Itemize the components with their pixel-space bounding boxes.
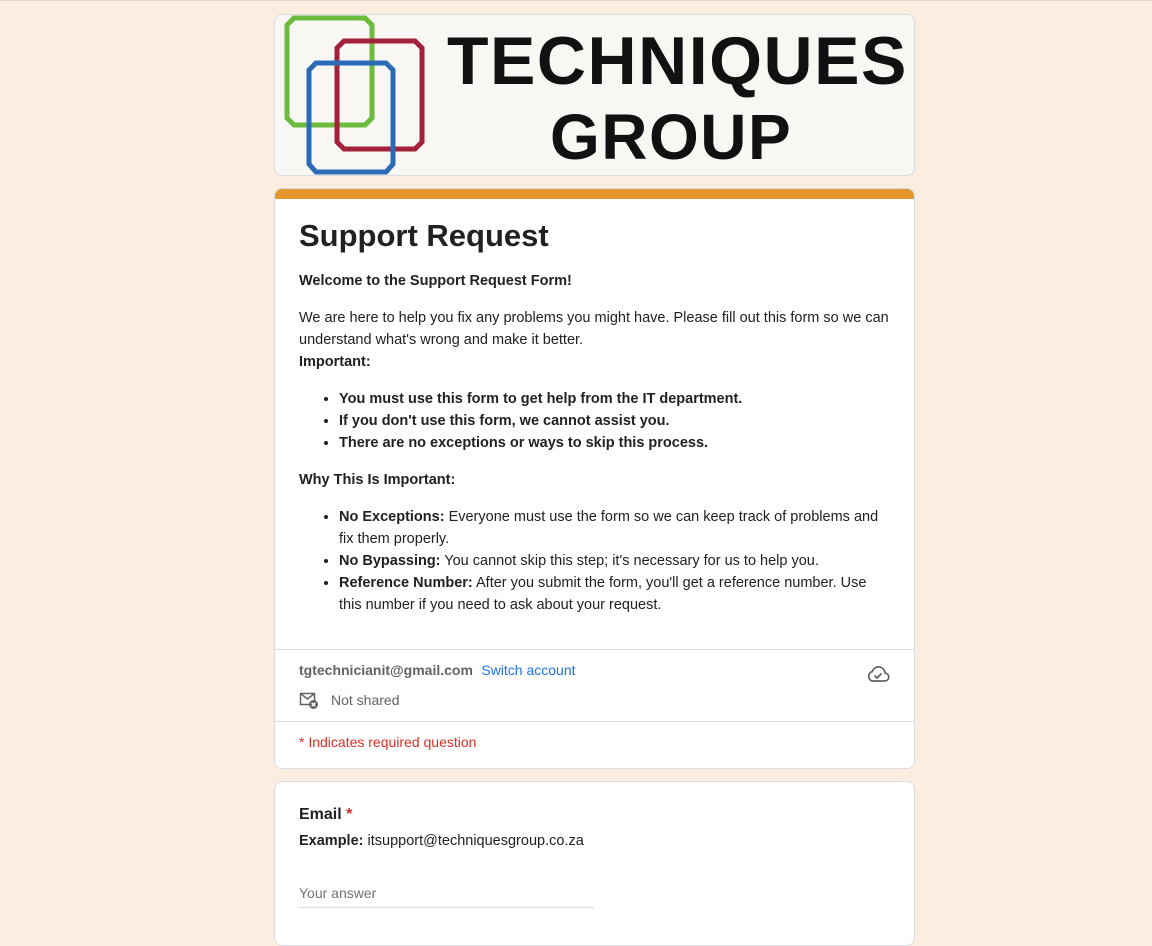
account-section: tgtechnicianit@gmail.com Switch account … [275, 650, 914, 721]
form-column: TECHNIQUES GROUP Support Request Welcome… [274, 14, 915, 946]
intro-text: We are here to help you fix any problems… [299, 310, 889, 349]
welcome-text: Welcome to the Support Request Form! [299, 273, 572, 290]
form-description: Welcome to the Support Request Form! We … [299, 270, 890, 616]
list-item: Reference Number: After you submit the f… [339, 572, 890, 616]
form-header-card: Support Request Welcome to the Support R… [274, 188, 915, 770]
important-heading: Important: [299, 354, 371, 371]
why-list: No Exceptions: Everyone must use the for… [299, 506, 890, 616]
required-note: * Indicates required question [299, 734, 477, 751]
important-list: You must use this form to get help from … [299, 388, 890, 454]
question-title: Email * [299, 806, 890, 824]
list-item: If you don't use this form, we cannot as… [339, 410, 890, 432]
question-title-text: Email [299, 806, 342, 824]
list-item: No Exceptions: Everyone must use the for… [339, 506, 890, 550]
not-shared-label: Not shared [331, 692, 400, 709]
brand-name-line-1: TECHNIQUES [447, 23, 908, 99]
cloud-saved-icon[interactable] [866, 664, 890, 684]
item-label: Reference Number: [339, 575, 473, 592]
email-answer-input[interactable] [299, 881, 594, 909]
form-title: Support Request [299, 218, 549, 253]
item-label: No Exceptions: [339, 509, 445, 526]
card-accent-bar [275, 189, 914, 199]
example-value: itsupport@techniquesgroup.co.za [363, 833, 584, 850]
list-item: No Bypassing: You cannot skip this step;… [339, 550, 890, 572]
required-asterisk: * [346, 806, 353, 824]
mail-not-shared-icon [299, 692, 318, 710]
brand-name-line-2: GROUP [550, 101, 793, 173]
header-banner: TECHNIQUES GROUP [274, 14, 915, 176]
list-item: There are no exceptions or ways to skip … [339, 432, 890, 454]
why-heading: Why This Is Important: [299, 472, 456, 489]
top-border [0, 0, 1152, 1]
example-label: Example: [299, 833, 364, 850]
switch-account-link[interactable]: Switch account [481, 662, 575, 678]
item-label: No Bypassing: [339, 553, 441, 570]
list-item: You must use this form to get help from … [339, 388, 890, 410]
not-shared-status: Not shared [299, 690, 890, 710]
question-card-email: Email * Example: itsupport@techniquesgro… [274, 781, 915, 946]
question-description: Example: itsupport@techniquesgroup.co.za [299, 833, 890, 849]
account-email: tgtechnicianit@gmail.com [299, 662, 473, 679]
item-text: You cannot skip this step; it's necessar… [440, 553, 819, 570]
